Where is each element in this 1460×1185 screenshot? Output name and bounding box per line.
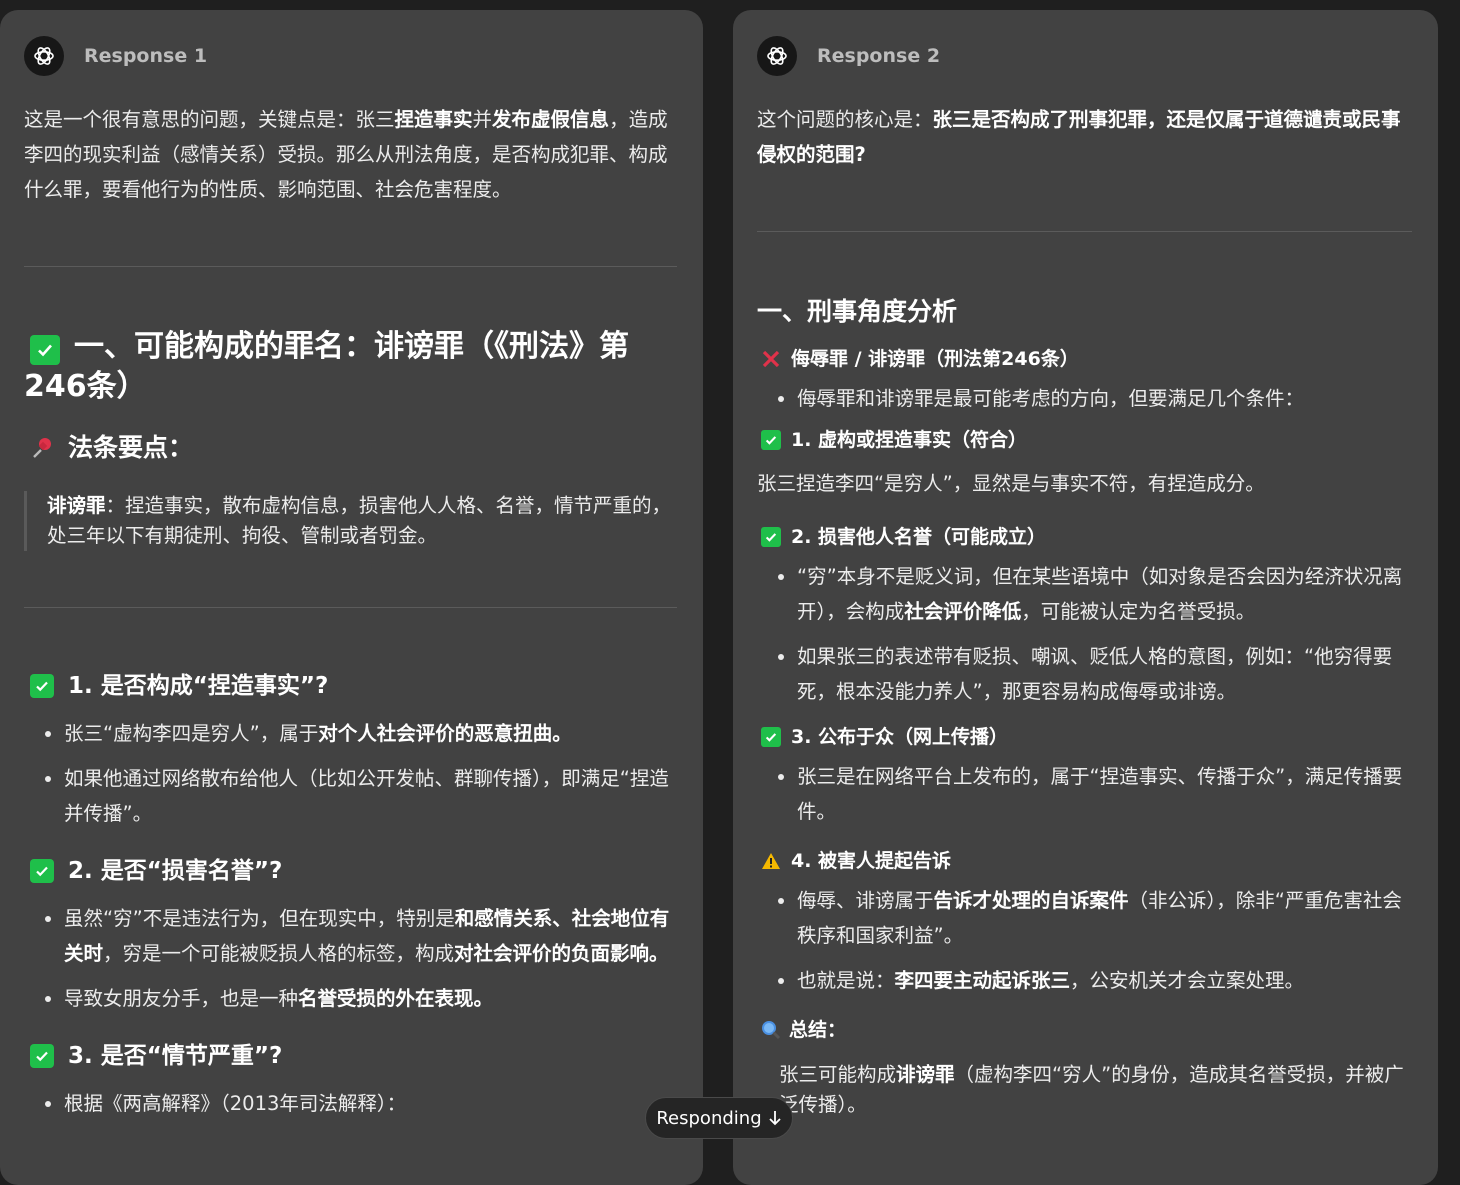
heading-crime: 一、可能构成的罪名：诽谤罪（《刑法》第246条） <box>24 329 629 404</box>
check-mark-icon <box>30 1044 54 1068</box>
list-item: 根据《两高解释》（2013年司法解释）： <box>64 1086 677 1121</box>
cross-mark-icon <box>761 349 781 369</box>
section-1-heading: 1. 是否构成“捏造事实”? <box>24 670 677 702</box>
check-mark-icon <box>761 527 781 547</box>
list-item: 虽然“穷”不是违法行为，但在现实中，特别是和感情关系、社会地位有关时，穷是一个可… <box>64 901 677 971</box>
response-2-intro: 这个问题的核心是：张三是否构成了刑事犯罪，还是仅属于道德谴责或民事侵权的范围? <box>757 108 1401 166</box>
condition-2-heading: 2. 损害他人名誉（可能成立） <box>757 523 1412 551</box>
response-2-title: Response 2 <box>817 45 941 67</box>
divider <box>24 266 677 267</box>
divider <box>757 231 1412 232</box>
list-item: 如果张三的表述带有贬损、嘲讽、贬低人格的意图，例如：“他穷得要死，根本没能力养人… <box>797 639 1412 709</box>
pushpin-icon <box>30 435 56 461</box>
list-item: 张三“虚构李四是穷人”，属于对个人社会评价的恶意扭曲。 <box>64 716 677 751</box>
responding-label: Responding <box>656 1107 762 1129</box>
openai-logo-icon <box>24 36 64 76</box>
list-item: “穷”本身不是贬义词，但在某些语境中（如对象是否会因为经济状况离开），会构成社会… <box>797 559 1412 629</box>
check-mark-icon <box>761 727 781 747</box>
condition-1-heading: 1. 虚构或捏造事实（符合） <box>757 426 1412 454</box>
condition-2-list: “穷”本身不是贬义词，但在某些语境中（如对象是否会因为经济状况离开），会构成社会… <box>757 559 1412 709</box>
section-3-heading: 3. 是否“情节严重”? <box>24 1040 677 1072</box>
list-item: 侮辱、诽谤属于告诉才处理的自诉案件（非公诉），除非“严重危害社会秩序和国家利益”… <box>797 883 1412 953</box>
check-mark-icon <box>761 430 781 450</box>
section-3-list: 根据《两高解释》（2013年司法解释）： <box>24 1086 677 1121</box>
response-1-title: Response 1 <box>84 45 208 67</box>
insult-list: 侮辱罪和诽谤罪是最可能考虑的方向，但要满足几个条件： <box>757 381 1412 416</box>
list-item: 如果他通过网络散布给他人（比如公开发帖、群聊传播），即满足“捏造并传播”。 <box>64 761 677 831</box>
openai-logo-icon <box>757 36 797 76</box>
condition-1-text: 张三捏造李四“是穷人”，显然是与事实不符，有捏造成分。 <box>757 472 1265 495</box>
list-item: 也就是说：李四要主动起诉张三，公安机关才会立案处理。 <box>797 963 1412 998</box>
response-1-header: Response 1 <box>24 10 677 102</box>
check-mark-icon <box>30 859 54 883</box>
check-mark-icon <box>30 335 60 365</box>
summary-text: 张三可能构成诽谤罪（虚构李四“穷人”的身份，造成其名誉受损，并被广泛传播）。 <box>779 1063 1404 1116</box>
summary-heading: 总结： <box>757 1016 1412 1044</box>
condition-4-list: 侮辱、诽谤属于告诉才处理的自诉案件（非公诉），除非“严重危害社会秩序和国家利益”… <box>757 883 1412 998</box>
heading-insult-defamation: 侮辱罪 / 诽谤罪（刑法第246条） <box>757 345 1412 373</box>
divider <box>24 607 677 608</box>
response-2-header: Response 2 <box>757 10 1412 102</box>
heading-law-points: 法条要点： <box>24 431 677 465</box>
list-item: 导致女朋友分手，也是一种名誉受损的外在表现。 <box>64 981 677 1016</box>
check-mark-icon <box>30 674 54 698</box>
law-quote: 诽谤罪：捏造事实，散布虚构信息，损害他人人格、名誉，情节严重的，处三年以下有期徒… <box>24 491 677 551</box>
section-2-list: 虽然“穷”不是违法行为，但在现实中，特别是和感情关系、社会地位有关时，穷是一个可… <box>24 901 677 1016</box>
section-2-heading: 2. 是否“损害名誉”? <box>24 855 677 887</box>
response-1-intro: 这是一个很有意思的问题，关键点是：张三捏造事实并发布虚假信息，造成李四的现实利益… <box>24 108 668 201</box>
heading-criminal-analysis: 一、刑事角度分析 <box>757 297 958 326</box>
arrow-down-icon <box>768 1110 782 1126</box>
warning-icon <box>761 851 781 871</box>
response-1-panel: Response 1 这是一个很有意思的问题，关键点是：张三捏造事实并发布虚假信… <box>0 10 703 1185</box>
response-2-panel: Response 2 这个问题的核心是：张三是否构成了刑事犯罪，还是仅属于道德谴… <box>733 10 1438 1185</box>
responding-button[interactable]: Responding <box>645 1097 793 1139</box>
condition-4-heading: 4. 被害人提起告诉 <box>757 847 1412 875</box>
condition-3-list: 张三是在网络平台上发布的，属于“捏造事实、传播于众”，满足传播要件。 <box>757 759 1412 829</box>
list-item: 侮辱罪和诽谤罪是最可能考虑的方向，但要满足几个条件： <box>797 381 1412 416</box>
section-1-list: 张三“虚构李四是穷人”，属于对个人社会评价的恶意扭曲。 如果他通过网络散布给他人… <box>24 716 677 831</box>
list-item: 张三是在网络平台上发布的，属于“捏造事实、传播于众”，满足传播要件。 <box>797 759 1412 829</box>
condition-3-heading: 3. 公布于众（网上传播） <box>757 723 1412 751</box>
magnifier-icon <box>761 1020 781 1040</box>
